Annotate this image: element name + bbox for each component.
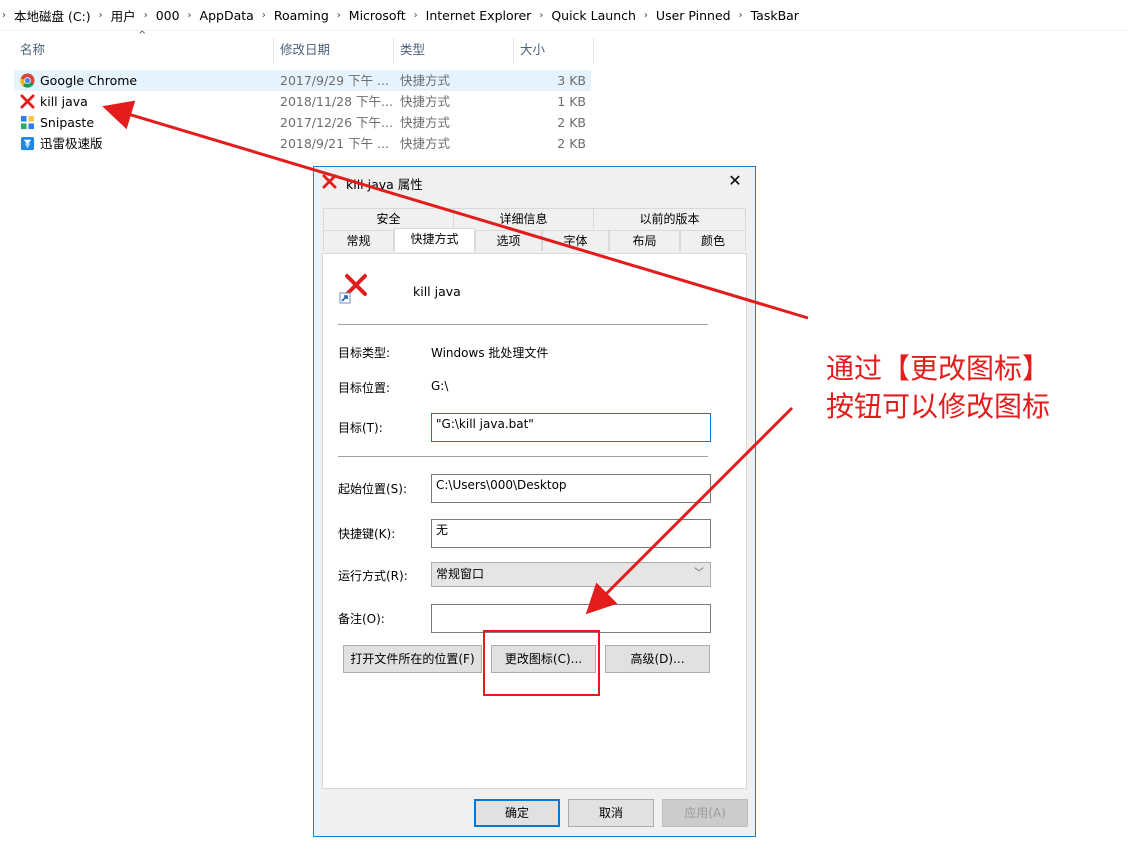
run-label: 运行方式(R):: [338, 569, 408, 583]
annotation-line-1: 通过【更改图标】: [826, 352, 1051, 385]
chevron-right-icon[interactable]: ›: [414, 10, 418, 21]
tab-font[interactable]: 字体: [542, 230, 609, 251]
column-header-type[interactable]: 类型: [394, 38, 512, 64]
chevron-right-icon[interactable]: ›: [262, 10, 266, 21]
chevron-right-icon[interactable]: ›: [144, 10, 148, 21]
file-name: 迅雷极速版: [40, 136, 103, 151]
breadcrumb: › 本地磁盘 (C:) › 用户 › 000 › AppData › Roaming › Micros…: [0, 0, 1128, 31]
snipaste-icon: [20, 115, 35, 130]
comment-field[interactable]: [431, 604, 711, 633]
file-date: 2017/12/26 下午...: [280, 115, 393, 130]
file-row[interactable]: Google Chrome 2017/9/29 下午 ... 快捷方式 3 KB: [14, 70, 591, 91]
tab-security[interactable]: 安全: [323, 208, 454, 229]
chrome-icon: [20, 73, 35, 88]
annotation-line-2: 按钮可以修改图标: [826, 390, 1051, 423]
file-size: 1 KB: [557, 94, 586, 109]
divider: [338, 456, 708, 457]
annotation-text: 通过【更改图标】 按钮可以修改图标: [826, 350, 1050, 426]
target-location-label: 目标位置:: [338, 381, 391, 395]
start-in-label: 起始位置(S):: [338, 482, 408, 496]
file-type: 快捷方式: [400, 94, 451, 109]
hotkey-field[interactable]: 无: [431, 519, 711, 548]
file-size: 2 KB: [557, 115, 586, 130]
file-type: 快捷方式: [400, 115, 451, 130]
file-size: 3 KB: [557, 73, 586, 88]
xunlei-icon: [20, 136, 35, 151]
red-x-icon: [322, 174, 337, 189]
shortcut-panel: kill java 目标类型: Windows 批处理文件 目标位置: G:\ …: [322, 253, 747, 789]
properties-dialog: kill java 属性 ✕ 安全 详细信息 以前的版本 常规 快捷方式 选项 …: [313, 166, 756, 837]
chevron-right-icon[interactable]: ›: [188, 10, 192, 21]
tab-general[interactable]: 常规: [323, 230, 394, 251]
breadcrumb-item[interactable]: AppData: [200, 8, 254, 23]
file-date: 2017/9/29 下午 ...: [280, 73, 389, 88]
red-x-icon: [20, 94, 35, 109]
target-location-value: G:\: [431, 379, 449, 393]
file-date: 2018/9/21 下午 ...: [280, 136, 389, 151]
file-type: 快捷方式: [400, 136, 451, 151]
open-file-location-button[interactable]: 打开文件所在的位置(F): [343, 645, 482, 673]
breadcrumb-item[interactable]: Microsoft: [349, 8, 406, 23]
breadcrumb-item[interactable]: TaskBar: [751, 8, 799, 23]
comment-label: 备注(O):: [338, 612, 385, 626]
shortcut-icon: [339, 274, 367, 304]
column-header-date[interactable]: 修改日期: [274, 38, 392, 64]
chevron-right-icon[interactable]: ›: [644, 10, 648, 21]
shortcut-name: kill java: [413, 284, 461, 299]
tab-previous-versions[interactable]: 以前的版本: [593, 208, 746, 229]
file-name: kill java: [40, 94, 88, 109]
file-type: 快捷方式: [400, 73, 451, 88]
column-divider[interactable]: [593, 38, 594, 64]
breadcrumb-item[interactable]: 000: [156, 8, 180, 23]
chevron-right-icon[interactable]: ›: [337, 10, 341, 21]
file-date: 2018/11/28 下午...: [280, 94, 393, 109]
breadcrumb-item[interactable]: User Pinned: [656, 8, 731, 23]
column-header-name[interactable]: 名称: [14, 38, 272, 64]
hotkey-label: 快捷键(K):: [338, 527, 396, 541]
breadcrumb-item[interactable]: 用户: [111, 6, 136, 25]
apply-button[interactable]: 应用(A): [662, 799, 748, 827]
chevron-down-icon: ﹀: [694, 568, 704, 579]
breadcrumb-item[interactable]: Quick Launch: [551, 8, 636, 23]
file-size: 2 KB: [557, 136, 586, 151]
breadcrumb-item[interactable]: 本地磁盘 (C:): [14, 6, 91, 25]
advanced-button[interactable]: 高级(D)...: [605, 645, 710, 673]
file-row[interactable]: 迅雷极速版 2018/9/21 下午 ... 快捷方式 2 KB: [14, 133, 591, 154]
breadcrumb-item[interactable]: Roaming: [274, 8, 329, 23]
chevron-right-icon[interactable]: ›: [2, 10, 6, 21]
target-label: 目标(T):: [338, 421, 383, 435]
target-type-value: Windows 批处理文件: [431, 346, 549, 360]
tab-layout[interactable]: 布局: [609, 230, 680, 251]
tab-shortcut[interactable]: 快捷方式: [394, 228, 475, 252]
run-select[interactable]: 常规窗口 ﹀: [431, 562, 711, 587]
dialog-title: kill java 属性: [346, 177, 423, 192]
highlight-box: [483, 630, 600, 696]
breadcrumb-item[interactable]: Internet Explorer: [426, 8, 532, 23]
divider: [338, 324, 708, 325]
start-in-field[interactable]: C:\Users\000\Desktop: [431, 474, 711, 503]
cancel-button[interactable]: 取消: [568, 799, 654, 827]
column-header-size[interactable]: 大小: [514, 38, 592, 64]
target-type-label: 目标类型:: [338, 346, 391, 360]
chevron-right-icon[interactable]: ›: [99, 10, 103, 21]
file-row[interactable]: kill java 2018/11/28 下午... 快捷方式 1 KB: [14, 91, 591, 112]
close-icon[interactable]: ✕: [723, 170, 747, 192]
file-name: Google Chrome: [40, 73, 138, 88]
tab-details[interactable]: 详细信息: [453, 208, 594, 229]
chevron-right-icon[interactable]: ›: [739, 10, 743, 21]
target-field[interactable]: "G:\kill java.bat": [431, 413, 711, 442]
file-row[interactable]: Snipaste 2017/12/26 下午... 快捷方式 2 KB: [14, 112, 591, 133]
tab-colors[interactable]: 颜色: [680, 230, 746, 251]
file-name: Snipaste: [40, 115, 95, 130]
chevron-right-icon[interactable]: ›: [539, 10, 543, 21]
ok-button[interactable]: 确定: [474, 799, 560, 827]
run-select-value: 常规窗口: [436, 567, 485, 581]
tab-options[interactable]: 选项: [475, 230, 542, 251]
